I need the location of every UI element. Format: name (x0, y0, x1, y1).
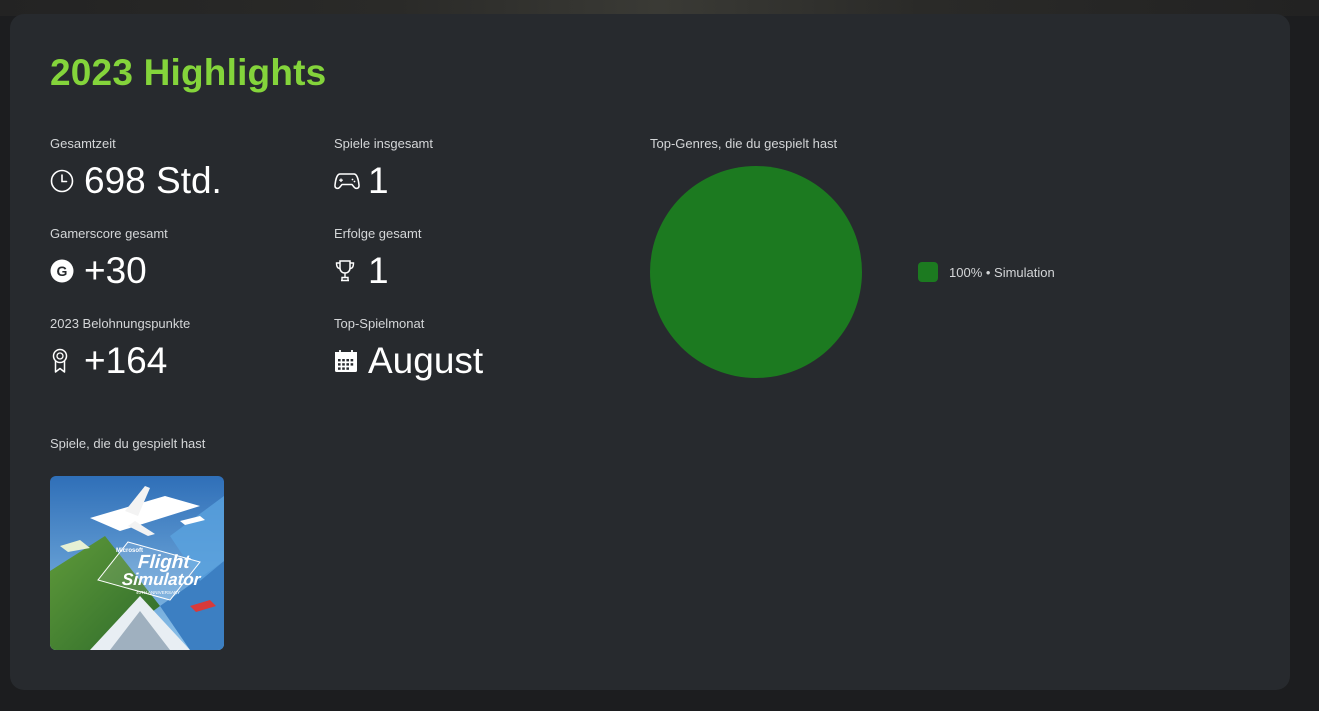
stat-label: 2023 Belohnungspunkte (50, 316, 191, 331)
svg-text:G: G (57, 263, 68, 279)
cover-title-line2: Simulator (121, 570, 202, 589)
stat-label: Gesamtzeit (50, 136, 116, 151)
legend-swatch (918, 262, 938, 282)
stat-label: Spiele insgesamt (334, 136, 433, 151)
trophy-icon (334, 257, 362, 285)
genre-legend: 100% • Simulation (918, 262, 1055, 282)
stat-total-games: Spiele insgesamt 1 (334, 136, 433, 201)
stat-label: Top-Spielmonat (334, 316, 425, 331)
game-tile[interactable]: Microsoft Flight Simulator 40TH ANNIVERS… (50, 476, 224, 650)
stat-value: 698 Std. (84, 160, 222, 201)
stat-label: Erfolge gesamt (334, 226, 422, 241)
genre-pie-chart (650, 166, 862, 378)
stat-value: August (368, 340, 484, 381)
clock-icon (50, 167, 78, 195)
highlights-card: 2023 Highlights Gesamtzeit 698 Std. Spie… (10, 14, 1290, 690)
gamerscore-icon: G (50, 257, 78, 285)
stat-top-month: Top-Spielmonat August (334, 316, 483, 381)
cover-edition: 40TH ANNIVERSARY (136, 590, 181, 595)
stat-value: 1 (368, 250, 389, 291)
legend-text: 100% • Simulation (949, 264, 1055, 280)
stat-rewards: 2023 Belohnungspunkte +164 (50, 316, 190, 381)
page-title: 2023 Highlights (50, 52, 327, 93)
rewards-badge-icon (50, 347, 78, 375)
played-games-label: Spiele, die du gespielt hast (50, 436, 206, 451)
calendar-icon (334, 347, 362, 375)
stat-total-time: Gesamtzeit 698 Std. (50, 136, 222, 201)
stat-value: +30 (84, 250, 147, 291)
pie-slice-simulation (650, 166, 862, 378)
stat-gamerscore: Gamerscore gesamt G +30 (50, 226, 168, 291)
stat-achievements: Erfolge gesamt 1 (334, 226, 421, 291)
genres-label: Top-Genres, die du gespielt hast (650, 136, 838, 151)
stat-value: 1 (368, 160, 389, 201)
controller-icon (334, 167, 362, 195)
stat-value: +164 (84, 340, 168, 381)
stat-label: Gamerscore gesamt (50, 226, 168, 241)
